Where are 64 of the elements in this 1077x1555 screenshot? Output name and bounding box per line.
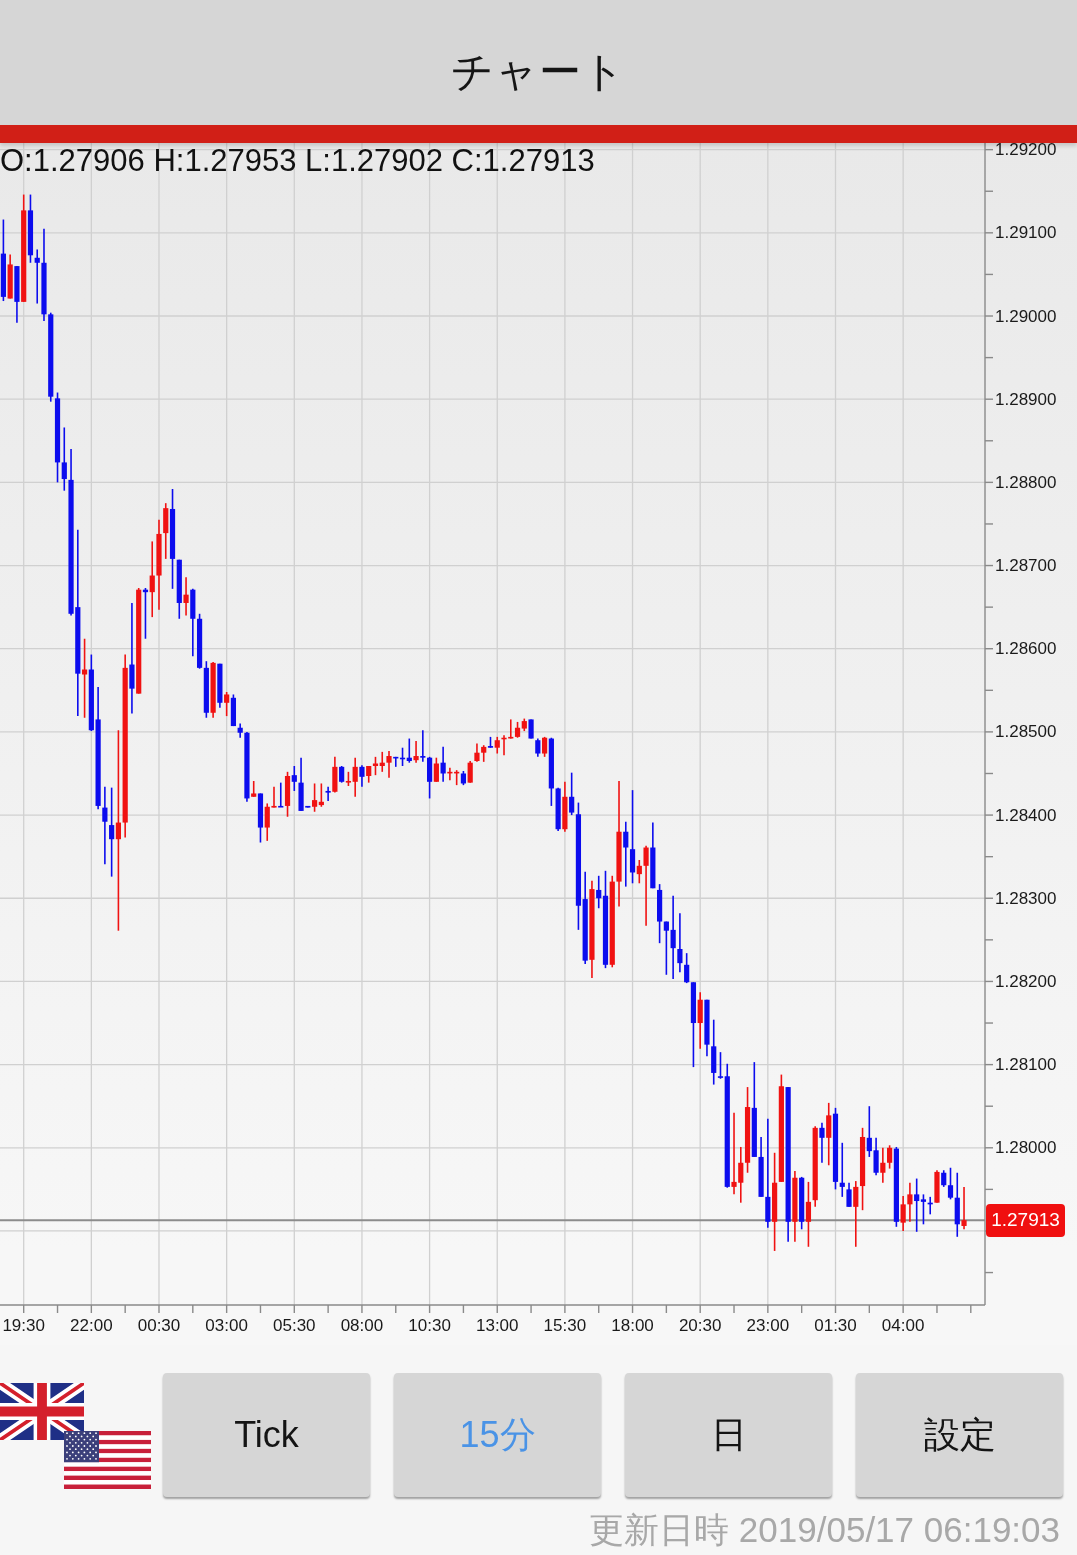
falling-candle bbox=[339, 765, 345, 784]
price-axis-label: 1.28000 bbox=[995, 1138, 1057, 1158]
price-axis-label: 1.28300 bbox=[995, 888, 1057, 908]
time-axis-label: 20:30 bbox=[678, 1315, 722, 1335]
time-axis-label: 00:30 bbox=[137, 1315, 181, 1335]
price-axis-label: 1.28800 bbox=[995, 472, 1057, 492]
falling-candle bbox=[460, 770, 466, 786]
falling-candle bbox=[217, 662, 223, 709]
rising-candle bbox=[961, 1186, 967, 1231]
rising-candle bbox=[210, 661, 216, 719]
rising-candle bbox=[284, 771, 291, 818]
falling-candle bbox=[278, 781, 284, 808]
price-axis-label: 1.29100 bbox=[995, 223, 1057, 243]
timeframe-tab[interactable]: Tick bbox=[163, 1373, 370, 1497]
price-axis-label: 1.28600 bbox=[995, 639, 1057, 659]
price-axis-label: 1.28900 bbox=[995, 389, 1057, 409]
time-axis-label: 18:00 bbox=[611, 1315, 654, 1335]
price-axis-label: 1.28400 bbox=[995, 805, 1057, 825]
update-timestamp: 更新日時 2019/05/17 06:19:03 bbox=[588, 1510, 1061, 1550]
time-axis-label: 15:30 bbox=[543, 1315, 587, 1335]
rising-candle bbox=[433, 756, 439, 783]
price-axis-label: 1.28700 bbox=[995, 556, 1057, 576]
time-axis-label: 05:30 bbox=[273, 1315, 316, 1335]
rising-candle bbox=[934, 1169, 940, 1204]
falling-candle bbox=[14, 265, 20, 324]
time-axis-label: 03:00 bbox=[205, 1315, 248, 1335]
rising-candle bbox=[183, 576, 189, 617]
time-axis-label: 23:00 bbox=[746, 1315, 790, 1335]
settings-button[interactable]: 設定 bbox=[856, 1373, 1063, 1497]
falling-candle bbox=[325, 786, 331, 802]
falling-candle bbox=[487, 736, 494, 749]
falling-candle bbox=[819, 1122, 825, 1164]
rising-candle bbox=[826, 1102, 832, 1167]
falling-candle bbox=[440, 746, 446, 783]
rising-candle bbox=[251, 780, 257, 798]
time-axis-label: 13:00 bbox=[475, 1315, 519, 1335]
rising-candle bbox=[697, 991, 703, 1050]
price-axis-label: 1.28100 bbox=[995, 1055, 1057, 1075]
rising-candle bbox=[542, 736, 548, 758]
price-axis-label: 1.28500 bbox=[995, 722, 1057, 742]
falling-candle bbox=[257, 792, 264, 844]
time-axis-label: 08:00 bbox=[340, 1315, 384, 1335]
time-axis-label: 04:00 bbox=[881, 1315, 925, 1335]
timeframe-tab[interactable]: 日 bbox=[625, 1373, 832, 1497]
uk-flag-icon[interactable] bbox=[0, 1383, 84, 1440]
price-axis-label: 1.29200 bbox=[995, 143, 1057, 160]
rising-candle bbox=[562, 781, 568, 833]
falling-candle bbox=[359, 764, 365, 788]
time-axis-label: 19:30 bbox=[2, 1315, 45, 1335]
us-flag-icon[interactable] bbox=[64, 1431, 151, 1489]
price-axis-label: 1.28200 bbox=[995, 971, 1057, 991]
current-price-badge: 1.27913 bbox=[986, 1203, 1065, 1237]
screen-title: チャート bbox=[451, 46, 626, 97]
price-axis-label: 1.29000 bbox=[995, 306, 1057, 326]
falling-candle bbox=[142, 587, 149, 640]
rising-candle bbox=[224, 691, 230, 717]
falling-candle bbox=[799, 1176, 805, 1231]
time-axis-label: 01:30 bbox=[814, 1315, 857, 1335]
time-axis-label: 10:30 bbox=[408, 1315, 451, 1335]
rising-candle bbox=[7, 253, 13, 300]
rising-candle bbox=[413, 740, 419, 764]
time-axis-label: 22:00 bbox=[70, 1315, 113, 1335]
rising-candle bbox=[332, 756, 338, 794]
ohlc-readout: O:1.27906 H:1.27953 L:1.27902 C:1.27913 bbox=[0, 143, 595, 179]
